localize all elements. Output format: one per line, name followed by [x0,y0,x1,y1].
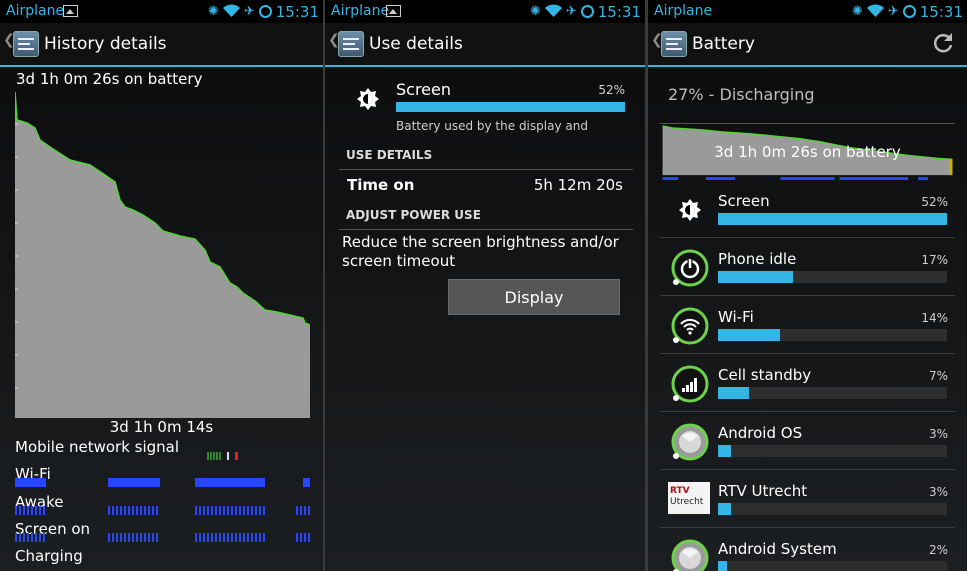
usage-item-name: Android OS [718,424,803,442]
wifi-status-icon [866,3,884,20]
carrier-label: Airplane [331,3,390,19]
history-details-panel: Airplane ✺ ✈ 15:31 ❮ History details 3d … [0,0,323,571]
usage-bar-fill [718,387,749,399]
usage-bar-fill [718,213,947,225]
adjust-power-text: Reduce the screen brightness and/or scre… [342,233,619,270]
usage-item-percent: 14% [921,311,948,325]
usage-item-bar [718,445,947,457]
status-icons: ✺ ✈ 15:31 [530,2,641,21]
wifi-icon [671,307,709,345]
carrier-label: Airplane [654,3,713,19]
wifi-timeline-bar [15,478,310,487]
adjust-power-header: ADJUST POWER USE [339,208,633,230]
usage-item-screen[interactable]: Screen 52% [660,180,955,238]
clock: 15:31 [919,2,963,21]
screen-on-timeline-bar [15,533,310,542]
android-system-icon [671,539,709,571]
usage-bar-fill [718,271,793,283]
usage-item-percent: 3% [928,427,948,441]
signal-icon [671,365,709,403]
android-os-icon [671,423,709,461]
usage-item-description: Battery used by the display and [396,119,588,133]
action-bar: ❮ Battery [648,23,967,67]
usage-item-percent: 2% [928,543,948,557]
usage-item-cell-standby[interactable]: Cell standby 7% [660,354,955,412]
usage-item-name: Screen [396,80,452,99]
usage-item-name: Android System [718,540,837,558]
settings-app-icon[interactable] [338,31,364,57]
status-icons: ✺ ✈ 15:31 [852,2,963,21]
usage-item-bar [718,271,947,283]
usage-item-bar [718,561,947,571]
status-bar: Airplane ✺ ✈ 15:31 [325,0,645,23]
rtv-utrecht-logo: RTV Utrecht [668,482,710,514]
action-bar: ❮ Use details [325,23,645,67]
brightness-icon [357,88,379,110]
usage-item-bar [718,329,947,341]
usage-item-percent: 7% [928,369,948,383]
usage-item-name: Screen [718,192,770,210]
battery-panel: Airplane ✺ ✈ 15:31 ❮ Battery 27% - Disch… [648,0,967,571]
usage-item-android-system[interactable]: Android System 2% [660,528,955,571]
battery-circle-icon [580,5,594,18]
usage-item-name: Phone idle [718,250,797,268]
usage-bar-fill [718,503,732,515]
usage-item-android-os[interactable]: Android OS 3% [660,412,955,470]
usage-item-percent: 17% [921,253,948,267]
time-on-label: Time on [347,176,415,194]
airplane-mode-icon: ✈ [565,4,577,19]
wifi-status-icon [544,3,562,20]
use-details-panel: Airplane ✺ ✈ 15:31 ❮ Use details Screen … [325,0,645,571]
power-icon [671,249,709,287]
brightness-status-icon: ✺ [851,4,863,19]
status-bar: Airplane ✺ ✈ 15:31 [648,0,967,23]
usage-item-bar [718,387,947,399]
usage-item-wifi[interactable]: Wi-Fi 14% [660,296,955,354]
usage-item-bar [718,503,947,515]
usage-item-percent: 52% [921,195,948,209]
brightness-status-icon: ✺ [529,4,541,19]
usage-item-name: Wi-Fi [718,308,754,326]
airplane-mode-icon: ✈ [887,4,899,19]
usage-item-phone-idle[interactable]: Phone idle 17% [660,238,955,296]
usage-item-bar [396,102,625,112]
page-title: Use details [369,34,463,54]
time-on-value: 5h 12m 20s [533,176,623,194]
usage-bar-fill [718,329,780,341]
battery-chart-label: 3d 1h 0m 26s on battery [714,143,901,161]
use-details-header: USE DETAILS [339,148,633,170]
usage-bar-fill [718,561,727,571]
clock: 15:31 [597,2,641,21]
page-title: Battery [692,34,755,54]
settings-app-icon[interactable] [661,31,687,57]
usage-item-rtv-utrecht[interactable]: RTV Utrecht RTV Utrecht 3% [660,470,955,528]
usage-item-percent: 3% [928,485,948,499]
battery-circle-icon [902,5,916,18]
usage-item-bar [718,213,947,225]
refresh-icon[interactable] [931,31,955,55]
awake-timeline-bar [15,506,310,515]
usage-item-percent: 52% [598,83,625,97]
brightness-icon [679,199,701,221]
battery-status: 27% - Discharging [668,85,815,104]
gallery-notification-icon [386,5,401,17]
usage-item-name: RTV Utrecht [718,482,808,500]
mobile-signal-bar [207,452,238,460]
usage-item-name: Cell standby [718,366,812,384]
display-settings-button[interactable]: Display [448,279,620,315]
history-timelines [15,452,310,542]
usage-bar-fill [718,445,732,457]
